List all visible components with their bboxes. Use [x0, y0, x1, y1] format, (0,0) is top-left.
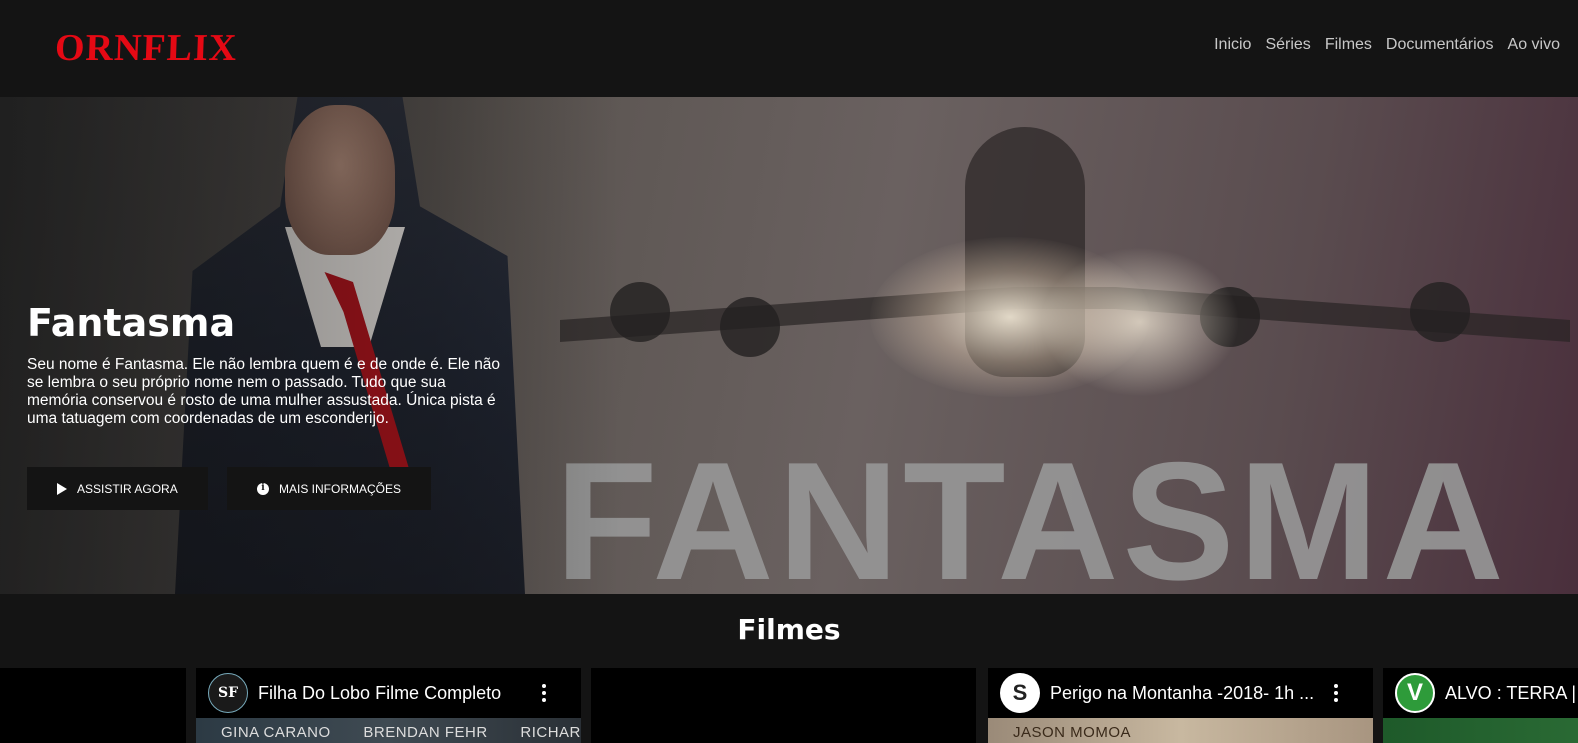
top-header: ORNFLIX Inicio Séries Filmes Documentári… [0, 0, 1578, 97]
hero-poster-title: FANTASMA [555, 427, 1508, 594]
watch-now-button[interactable]: ASSISTIR AGORA [27, 467, 208, 510]
card-header: V ALVO : TERRA | [1383, 668, 1578, 718]
channel-avatar[interactable]: S [1000, 673, 1040, 713]
card-title[interactable]: Filha Do Lobo Filme Completo [258, 683, 529, 704]
credit-name: BRENDAN FEHR [363, 724, 488, 741]
more-info-button[interactable]: i MAIS INFORMAÇÕES [227, 467, 431, 510]
movie-card[interactable]: SF Filha Do Lobo Filme Completo GINA CAR… [196, 668, 581, 743]
hero-description: Seu nome é Fantasma. Ele não lembra quem… [27, 356, 501, 427]
info-icon: i [257, 482, 269, 495]
movie-card[interactable]: V ALVO : TERRA | [1383, 668, 1578, 743]
section-title: Filmes [737, 613, 841, 646]
credit-name: JASON MOMOA [1013, 724, 1132, 741]
nav-ao-vivo[interactable]: Ao vivo [1508, 36, 1560, 54]
card-title[interactable]: ALVO : TERRA | [1445, 683, 1578, 704]
card-header: SF Filha Do Lobo Filme Completo [196, 668, 581, 718]
nav-documentarios[interactable]: Documentários [1386, 36, 1494, 54]
card-credits: GINA CARANO BRENDAN FEHR RICHARD DREYFUS… [221, 724, 581, 741]
hero-engine [1410, 282, 1470, 342]
credit-name: GINA CARANO [221, 724, 331, 741]
hero-engine [720, 297, 780, 357]
more-info-label: MAIS INFORMAÇÕES [279, 481, 402, 496]
movie-card[interactable] [591, 668, 976, 743]
hero-shade [0, 97, 620, 594]
movie-card[interactable] [0, 668, 186, 743]
more-options-icon[interactable] [529, 684, 559, 702]
main-nav: Inicio Séries Filmes Documentários Ao vi… [1214, 36, 1560, 54]
hero-title: Fantasma [27, 301, 236, 345]
movie-card[interactable]: S Perigo na Montanha -2018- 1h ... JASON… [988, 668, 1373, 743]
nav-series[interactable]: Séries [1265, 36, 1310, 54]
watch-now-label: ASSISTIR AGORA [77, 481, 178, 496]
brand-logo[interactable]: ORNFLIX [54, 26, 238, 70]
hero-light-glow [1040, 247, 1240, 397]
hero-banner: FANTASMA Fantasma Seu nome é Fantasma. E… [0, 97, 1578, 594]
play-icon [57, 482, 67, 495]
credit-name: RICHARD DREYFUSS [520, 724, 581, 741]
channel-avatar[interactable]: SF [208, 673, 248, 713]
card-credits: JASON MOMOA [1013, 724, 1159, 741]
card-title[interactable]: Perigo na Montanha -2018- 1h ... [1050, 683, 1321, 704]
nav-filmes[interactable]: Filmes [1325, 36, 1372, 54]
card-thumbnail [1383, 718, 1578, 743]
movies-row: SF Filha Do Lobo Filme Completo GINA CAR… [0, 668, 1578, 743]
more-options-icon[interactable] [1321, 684, 1351, 702]
nav-inicio[interactable]: Inicio [1214, 36, 1251, 54]
channel-avatar[interactable]: V [1395, 673, 1435, 713]
card-header: S Perigo na Montanha -2018- 1h ... [988, 668, 1373, 718]
